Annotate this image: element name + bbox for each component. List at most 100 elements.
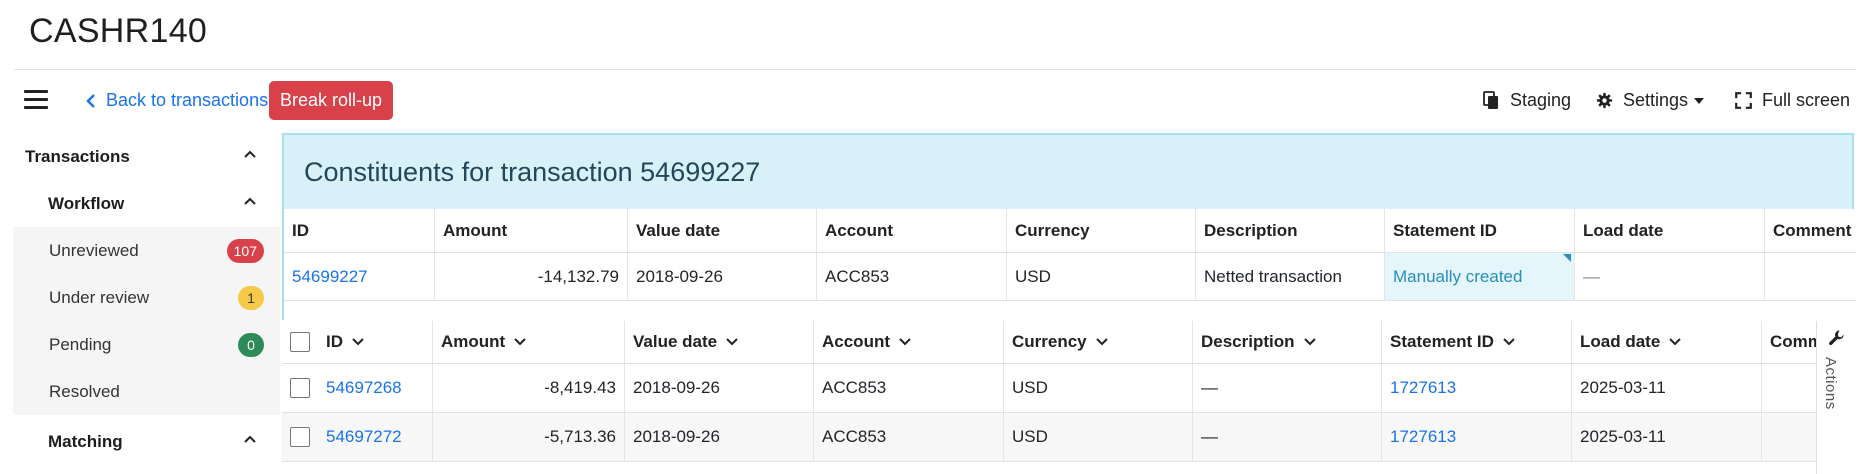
column-header-account[interactable]: Account: [814, 321, 1004, 363]
amount-cell: -5,713.36: [433, 413, 625, 461]
value-date-cell: 2018-09-26: [628, 253, 817, 300]
gear-icon: [1596, 92, 1613, 109]
statement-id-cell[interactable]: Manually created: [1385, 253, 1575, 300]
parent-transaction-table: ID Amount Value date Account Currency De…: [284, 209, 1856, 320]
sidebar-group-matching[interactable]: Matching: [13, 418, 280, 465]
back-to-transactions-link[interactable]: Back to transactions: [86, 90, 268, 111]
column-header-description[interactable]: Description: [1196, 209, 1385, 252]
column-header-label: Load date: [1580, 332, 1661, 351]
sidebar-item-label: Pending: [49, 334, 112, 354]
account-cell: ACC853: [814, 413, 1004, 461]
break-roll-up-button[interactable]: Break roll-up: [269, 81, 394, 120]
id-cell: 54697268: [282, 364, 433, 412]
column-header-label: Value date: [633, 332, 718, 351]
column-header-comment[interactable]: Comm: [1762, 321, 1816, 363]
panel-title: Constituents for transaction 54699227: [304, 157, 761, 187]
staging-button[interactable]: Staging: [1483, 90, 1571, 111]
corner-flag-icon: [1563, 254, 1571, 262]
description-cell: Netted transaction: [1196, 253, 1385, 300]
column-header-load-date[interactable]: Load date: [1575, 209, 1765, 252]
sidebar-item-label: Under review: [49, 287, 150, 307]
sidebar-group-workflow[interactable]: Workflow: [13, 180, 280, 227]
column-header-id[interactable]: ID: [282, 321, 433, 363]
column-header-label: Statement ID: [1390, 332, 1494, 351]
sidebar-group-label: Workflow: [48, 193, 125, 213]
full-screen-label: Full screen: [1762, 90, 1851, 110]
comment-cell: [1762, 413, 1816, 461]
transaction-id-link[interactable]: 54699227: [284, 253, 435, 300]
description-cell: —: [1193, 364, 1382, 412]
wrench-icon: [1829, 330, 1844, 346]
account-cell: ACC853: [817, 253, 1007, 300]
sidebar-section-label: Transactions: [25, 146, 130, 166]
column-header-label: Account: [822, 332, 890, 351]
account-cell: ACC853: [814, 364, 1004, 412]
table-row: 54697272 -5,713.36 2018-09-26 ACC853 USD…: [282, 413, 1854, 462]
chevron-up-icon: [244, 150, 256, 158]
column-header-statement-id[interactable]: Statement ID: [1382, 321, 1572, 363]
chevron-up-icon: [244, 197, 256, 205]
chevron-down-icon: [352, 338, 364, 346]
column-header-currency[interactable]: Currency: [1007, 209, 1196, 252]
chevron-down-icon: [1669, 338, 1682, 346]
settings-dropdown[interactable]: Settings: [1596, 90, 1705, 111]
column-header-label: Currency: [1012, 332, 1087, 351]
expand-icon: [1735, 92, 1752, 109]
sidebar-item-under-review[interactable]: Under review 1: [13, 274, 280, 321]
hamburger-menu-icon[interactable]: [24, 90, 48, 112]
sidebar-item-unreviewed[interactable]: Unreviewed 107: [13, 227, 280, 274]
transaction-id-link[interactable]: 54697268: [326, 378, 402, 398]
sidebar-item-label: Resolved: [49, 381, 120, 401]
table-row: 54697268 -8,419.43 2018-09-26 ACC853 USD…: [282, 364, 1854, 413]
row-checkbox[interactable]: [290, 427, 310, 447]
column-header-label: ID: [326, 332, 343, 351]
amount-cell: -8,419.43: [433, 364, 625, 412]
value-date-cell: 2018-09-26: [625, 413, 814, 461]
column-header-comment[interactable]: Comment: [1765, 209, 1852, 252]
column-header-account[interactable]: Account: [817, 209, 1007, 252]
select-all-checkbox[interactable]: [290, 332, 310, 352]
statement-id-link[interactable]: 1727613: [1382, 413, 1572, 461]
actions-label: Actions: [1822, 357, 1839, 410]
full-screen-button[interactable]: Full screen: [1735, 90, 1850, 111]
column-header-value-date[interactable]: Value date: [625, 321, 814, 363]
load-date-cell: —: [1575, 253, 1765, 300]
sidebar: Transactions Workflow Unreviewed 107 Und…: [13, 133, 280, 474]
toolbar: Back to transactions Break roll-up Stagi…: [0, 80, 1872, 124]
column-header-value-date[interactable]: Value date: [628, 209, 817, 252]
value-date-cell: 2018-09-26: [625, 364, 814, 412]
settings-label: Settings: [1623, 90, 1689, 110]
column-header-statement-id[interactable]: Statement ID: [1385, 209, 1575, 252]
chevron-down-icon: [1095, 338, 1108, 346]
chevron-down-icon: [1303, 338, 1316, 346]
column-header-currency[interactable]: Currency: [1004, 321, 1193, 363]
row-checkbox[interactable]: [290, 378, 310, 398]
currency-cell: USD: [1004, 364, 1193, 412]
sidebar-item-pending[interactable]: Pending 0: [13, 321, 280, 368]
table-header-row: ID Amount Value date Account Currency De…: [284, 209, 1856, 253]
count-badge: 1: [238, 286, 264, 310]
sidebar-item-resolved[interactable]: Resolved: [13, 368, 280, 415]
column-header-id[interactable]: ID: [284, 209, 435, 252]
chevron-down-icon: [899, 338, 911, 346]
main-content: Constituents for transaction 54699227 ID…: [282, 133, 1856, 474]
description-cell: —: [1193, 413, 1382, 461]
id-cell: 54697272: [282, 413, 433, 461]
currency-cell: USD: [1004, 413, 1193, 461]
actions-side-tab[interactable]: Actions: [1816, 321, 1854, 474]
sidebar-section-transactions[interactable]: Transactions: [13, 133, 280, 180]
copy-icon: [1483, 91, 1498, 109]
statement-id-value: Manually created: [1393, 266, 1523, 286]
column-header-load-date[interactable]: Load date: [1572, 321, 1762, 363]
table-row: 54699227 -14,132.79 2018-09-26 ACC853 US…: [284, 253, 1856, 301]
statement-id-link[interactable]: 1727613: [1382, 364, 1572, 412]
chevron-up-icon: [244, 435, 256, 443]
column-header-amount[interactable]: Amount: [433, 321, 625, 363]
chevron-down-icon: [1503, 338, 1515, 346]
title-divider: [14, 69, 1856, 70]
column-header-amount[interactable]: Amount: [435, 209, 628, 252]
chevron-left-icon: [86, 93, 95, 108]
transaction-id-link[interactable]: 54697272: [326, 427, 402, 447]
chevron-down-icon: [514, 338, 526, 346]
column-header-description[interactable]: Description: [1193, 321, 1382, 363]
